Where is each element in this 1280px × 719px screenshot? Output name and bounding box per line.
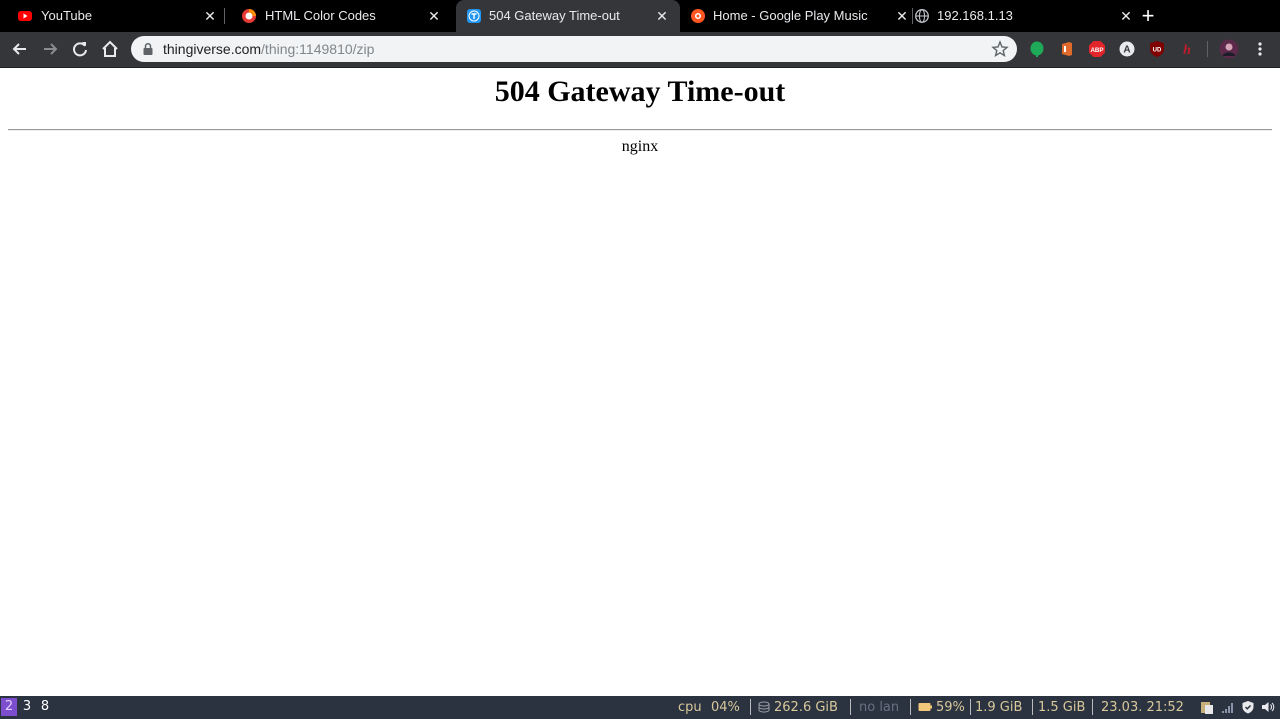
- memory-used: 1.9 GiB: [975, 700, 1023, 715]
- battery-level: 59%: [936, 700, 965, 715]
- html-color-codes-icon: [242, 9, 256, 23]
- more-menu-icon[interactable]: [1251, 40, 1269, 58]
- bookmark-star-icon[interactable]: [991, 40, 1009, 58]
- evernote-icon[interactable]: [1028, 40, 1046, 58]
- close-tab-icon[interactable]: ✕: [202, 8, 218, 24]
- account-extension-label: A: [1123, 45, 1130, 56]
- date-time: 23.03. 21:52: [1101, 700, 1184, 715]
- forward-arrow-icon[interactable]: [39, 38, 61, 60]
- tab-title: 192.168.1.13: [937, 8, 1013, 23]
- url-path: /thing:1149810/zip: [261, 41, 375, 57]
- url-host: thingiverse.com: [163, 41, 262, 57]
- tab-youtube[interactable]: YouTube ✕: [0, 0, 225, 32]
- disk-icon: [758, 701, 770, 713]
- close-tab-icon[interactable]: ✕: [426, 8, 442, 24]
- back-arrow-icon[interactable]: [9, 38, 31, 60]
- tab-title: Home - Google Play Music: [713, 8, 868, 23]
- tab-google-play-music[interactable]: Home - Google Play Music ✕: [680, 0, 913, 32]
- new-tab-button[interactable]: +: [1138, 5, 1158, 27]
- url-text[interactable]: thingiverse.com/thing:1149810/zip: [163, 40, 374, 58]
- status-separator: [910, 699, 911, 715]
- account-extension-icon[interactable]: A: [1118, 40, 1136, 58]
- security-shield-icon[interactable]: [1241, 700, 1255, 714]
- memory-free: 1.5 GiB: [1038, 700, 1086, 715]
- status-separator: [750, 699, 751, 715]
- system-status-bar: 2 3 8 cpu 04% 262.6 GiB no lan 59% 1.9 G…: [0, 696, 1280, 719]
- tab-504-gateway-time-out[interactable]: 504 Gateway Time-out ✕: [456, 0, 680, 32]
- disk-free: 262.6 GiB: [774, 700, 838, 715]
- status-separator: [1032, 699, 1033, 715]
- hypothesis-icon[interactable]: h: [1178, 40, 1196, 58]
- globe-icon: [915, 9, 929, 23]
- office-extension-icon[interactable]: [1058, 40, 1076, 58]
- status-separator: [970, 699, 971, 715]
- status-separator: [1092, 699, 1093, 715]
- lock-icon[interactable]: [141, 42, 155, 56]
- volume-icon[interactable]: [1261, 700, 1275, 714]
- workspace-3[interactable]: 3: [19, 698, 35, 716]
- page-content: 504 Gateway Time-out nginx: [0, 68, 1280, 696]
- tab-html-color-codes[interactable]: HTML Color Codes ✕: [224, 0, 448, 32]
- thingiverse-icon: [467, 9, 481, 23]
- toolbar-divider: [1207, 41, 1208, 57]
- google-play-music-icon: [691, 9, 705, 23]
- tab-192-168-1-13[interactable]: 192.168.1.13 ✕: [904, 0, 1132, 32]
- clipboard-icon[interactable]: [1200, 700, 1214, 714]
- profile-avatar-icon[interactable]: [1219, 39, 1239, 59]
- workspace-2[interactable]: 2: [1, 698, 17, 716]
- cpu-label: cpu: [678, 700, 702, 715]
- tab-title: 504 Gateway Time-out: [489, 8, 620, 23]
- youtube-icon: [18, 11, 32, 21]
- cpu-usage: 04%: [711, 700, 740, 715]
- tab-strip: YouTube ✕ HTML Color Codes ✕ 504 Gateway…: [0, 0, 1280, 32]
- adblock-plus-label: ABP: [1090, 47, 1103, 54]
- address-bar[interactable]: thingiverse.com/thing:1149810/zip: [131, 36, 1017, 62]
- status-separator: [850, 699, 851, 715]
- battery-icon: [918, 703, 932, 711]
- workspace-8[interactable]: 8: [37, 698, 53, 716]
- browser-toolbar: thingiverse.com/thing:1149810/zip ABP A …: [0, 32, 1280, 67]
- reload-icon[interactable]: [69, 38, 91, 60]
- wifi-signal-icon[interactable]: [1221, 700, 1235, 714]
- adblock-plus-icon[interactable]: ABP: [1088, 40, 1106, 58]
- tab-title: HTML Color Codes: [265, 8, 376, 23]
- close-tab-icon[interactable]: ✕: [1118, 8, 1134, 24]
- hypothesis-label: h: [1183, 43, 1191, 58]
- ublock-origin-label: UD: [1153, 48, 1162, 54]
- home-icon[interactable]: [99, 38, 121, 60]
- tab-title: YouTube: [41, 8, 93, 23]
- server-name: nginx: [621, 138, 659, 155]
- network-status: no lan: [859, 700, 900, 715]
- page-title: 504 Gateway Time-out: [494, 75, 786, 108]
- close-tab-icon[interactable]: ✕: [654, 8, 670, 24]
- ublock-origin-icon[interactable]: UD: [1148, 40, 1166, 58]
- horizontal-rule: [8, 129, 1272, 131]
